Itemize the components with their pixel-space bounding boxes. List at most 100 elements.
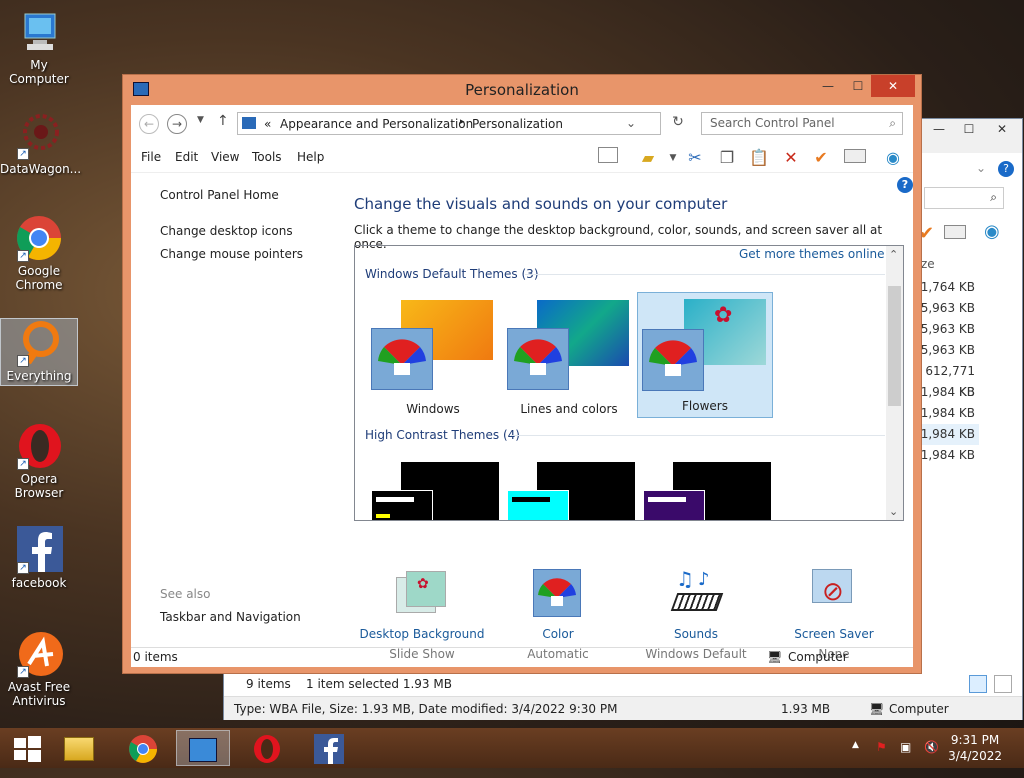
taskbar: ▲ ⚑ ▣ 🔇 9:31 PM 3/4/2022	[0, 728, 1024, 768]
link-control-panel-home[interactable]: Control Panel Home	[160, 188, 279, 202]
theme-high-contrast-3[interactable]	[637, 456, 773, 520]
breadcrumb-overflow[interactable]: «	[264, 117, 271, 131]
hc-palette	[507, 490, 569, 520]
forward-button[interactable]: →	[167, 114, 187, 134]
folder-icon[interactable]: ▰	[636, 146, 660, 170]
properties-icon[interactable]	[944, 225, 966, 239]
theme-lines-and-colors[interactable]: Lines and colors	[501, 294, 637, 420]
delete-icon[interactable]: ✕	[779, 146, 803, 170]
theme-windows[interactable]: Windows	[365, 294, 501, 420]
refresh-icon[interactable]: ↻	[666, 114, 690, 136]
group-default-themes[interactable]: Windows Default Themes (3)	[365, 267, 539, 281]
close-button[interactable]: ✕	[871, 75, 915, 97]
layout-pane-icon[interactable]	[596, 146, 620, 170]
theme-list[interactable]: Get more themes online Windows Default T…	[354, 245, 904, 521]
chevron-down-icon[interactable]: ▼	[661, 146, 685, 170]
item-count: 9 items	[246, 677, 291, 691]
scrollbar-thumb[interactable]	[888, 286, 901, 406]
file-size[interactable]: 1,984 KB	[919, 382, 979, 403]
details-view-icon[interactable]	[969, 675, 987, 693]
breadcrumb-appearance[interactable]: Appearance and Personalization	[280, 117, 473, 131]
file-size[interactable]: 5,963 KB	[919, 319, 979, 340]
window-titlebar[interactable]: Personalization — ☐ ✕	[123, 75, 921, 105]
taskbar-chrome[interactable]	[116, 730, 170, 766]
recent-locations-icon[interactable]: ▼	[197, 115, 204, 125]
copy-icon[interactable]: ❐	[715, 146, 739, 170]
chevron-down-icon[interactable]: ⌄	[626, 116, 636, 130]
scroll-down-arrow-icon[interactable]: ⌄	[889, 505, 898, 518]
tiles-view-icon[interactable]	[994, 675, 1012, 693]
link-get-more-themes[interactable]: Get more themes online	[739, 247, 885, 261]
up-arrow-icon[interactable]: ↑	[217, 113, 229, 129]
system-clock[interactable]: 9:31 PM 3/4/2022	[948, 732, 1002, 764]
desktop-icon-avast[interactable]: ↗ Avast Free Antivirus	[0, 630, 78, 714]
taskbar-file-explorer[interactable]	[52, 730, 106, 766]
menu-file[interactable]: File	[141, 150, 161, 164]
size-column-header[interactable]: ze	[921, 257, 935, 271]
taskbar-opera[interactable]	[240, 730, 294, 766]
maximize-button[interactable]: ☐	[954, 119, 984, 139]
file-size-selected[interactable]: 1,984 KB	[919, 424, 979, 445]
desktop-icon-opera[interactable]: ↗ Opera Browser	[0, 422, 78, 506]
checkmark-icon[interactable]: ✔	[809, 146, 833, 170]
theme-list-scrollbar[interactable]: ⌃ ⌄	[886, 246, 903, 520]
volume-muted-icon[interactable]: 🔇	[924, 740, 939, 754]
breadcrumb-personalization[interactable]: Personalization	[472, 117, 563, 131]
help-icon[interactable]: ?	[998, 161, 1014, 177]
desktop-icon-facebook[interactable]: ↗ facebook	[0, 526, 78, 594]
theme-high-contrast-2[interactable]	[501, 456, 637, 520]
taskbar-control-panel[interactable]	[176, 730, 230, 766]
link-taskbar-navigation[interactable]: Taskbar and Navigation	[160, 610, 301, 624]
address-bar[interactable]: « Appearance and Personalization ▸ Perso…	[237, 112, 661, 135]
theme-flowers[interactable]: ✿ Flowers	[637, 292, 773, 418]
action-center-flag-icon[interactable]: ⚑	[876, 740, 887, 754]
desktop-icon-label: My Computer	[9, 58, 69, 86]
file-size[interactable]: 1,764 KB	[919, 277, 979, 298]
close-button[interactable]: ✕	[984, 119, 1020, 139]
search-input[interactable]: ⌕	[924, 187, 1004, 209]
paste-icon[interactable]: 📋	[747, 146, 771, 170]
divider	[525, 274, 885, 275]
minimize-button[interactable]: —	[924, 119, 954, 139]
start-button[interactable]	[0, 730, 54, 766]
breadcrumb-separator: ▸	[460, 117, 465, 127]
personalization-window[interactable]: Personalization — ☐ ✕ ← → ▼ ↑ « Appearan…	[122, 74, 922, 674]
minimize-button[interactable]: —	[813, 78, 843, 98]
help-icon[interactable]: ?	[897, 177, 913, 193]
menu-toolbar: File Edit View Tools Help ▰ ▼ ✂ ❐ 📋 ✕ ✔ …	[131, 143, 913, 173]
show-hidden-icons[interactable]: ▲	[852, 740, 859, 750]
sounds-icon: ♫ ♪	[666, 567, 726, 623]
theme-high-contrast-1[interactable]	[365, 456, 501, 520]
clock-date: 3/4/2022	[948, 749, 1002, 763]
maximize-button[interactable]: ☐	[843, 78, 873, 98]
search-input[interactable]: Search Control Panel ⌕	[701, 112, 903, 135]
group-high-contrast-themes[interactable]: High Contrast Themes (4)	[365, 428, 520, 442]
link-change-desktop-icons[interactable]: Change desktop icons	[160, 224, 293, 238]
file-size[interactable]: 5,963 KB	[919, 340, 979, 361]
file-size[interactable]: 5,963 KB	[919, 298, 979, 319]
desktop-icon-chrome[interactable]: ↗ Google Chrome	[0, 214, 78, 298]
shell-icon[interactable]: ◉	[984, 221, 1000, 242]
taskbar-facebook[interactable]	[302, 730, 356, 766]
file-size[interactable]: 1,984 KB	[919, 403, 979, 424]
scroll-up-arrow-icon[interactable]: ⌃	[889, 248, 898, 261]
network-icon[interactable]: ▣	[900, 740, 911, 754]
link-change-mouse-pointers[interactable]: Change mouse pointers	[160, 247, 303, 261]
desktop-icon-everything[interactable]: ↗ Everything	[0, 318, 78, 386]
menu-help[interactable]: Help	[297, 150, 324, 164]
file-size-detail: 1.93 MB	[781, 702, 831, 716]
computer-small-icon: 🖥	[869, 702, 885, 716]
desktop-icon-datawagon[interactable]: ↗ DataWagon...	[0, 112, 81, 180]
file-size[interactable]: 612,771 KB	[919, 361, 979, 399]
window-title: Personalization	[465, 81, 579, 99]
menu-view[interactable]: View	[211, 150, 239, 164]
properties-icon[interactable]	[843, 146, 867, 170]
cut-icon[interactable]: ✂	[683, 146, 707, 170]
menu-tools[interactable]: Tools	[252, 150, 282, 164]
chevron-down-icon[interactable]: ⌄	[976, 161, 986, 175]
shell-icon[interactable]: ◉	[881, 146, 905, 170]
file-size[interactable]: 1,984 KB	[919, 445, 979, 466]
desktop-icon-my-computer[interactable]: My Computer	[0, 8, 78, 86]
back-button[interactable]: ←	[139, 114, 159, 134]
menu-edit[interactable]: Edit	[175, 150, 198, 164]
